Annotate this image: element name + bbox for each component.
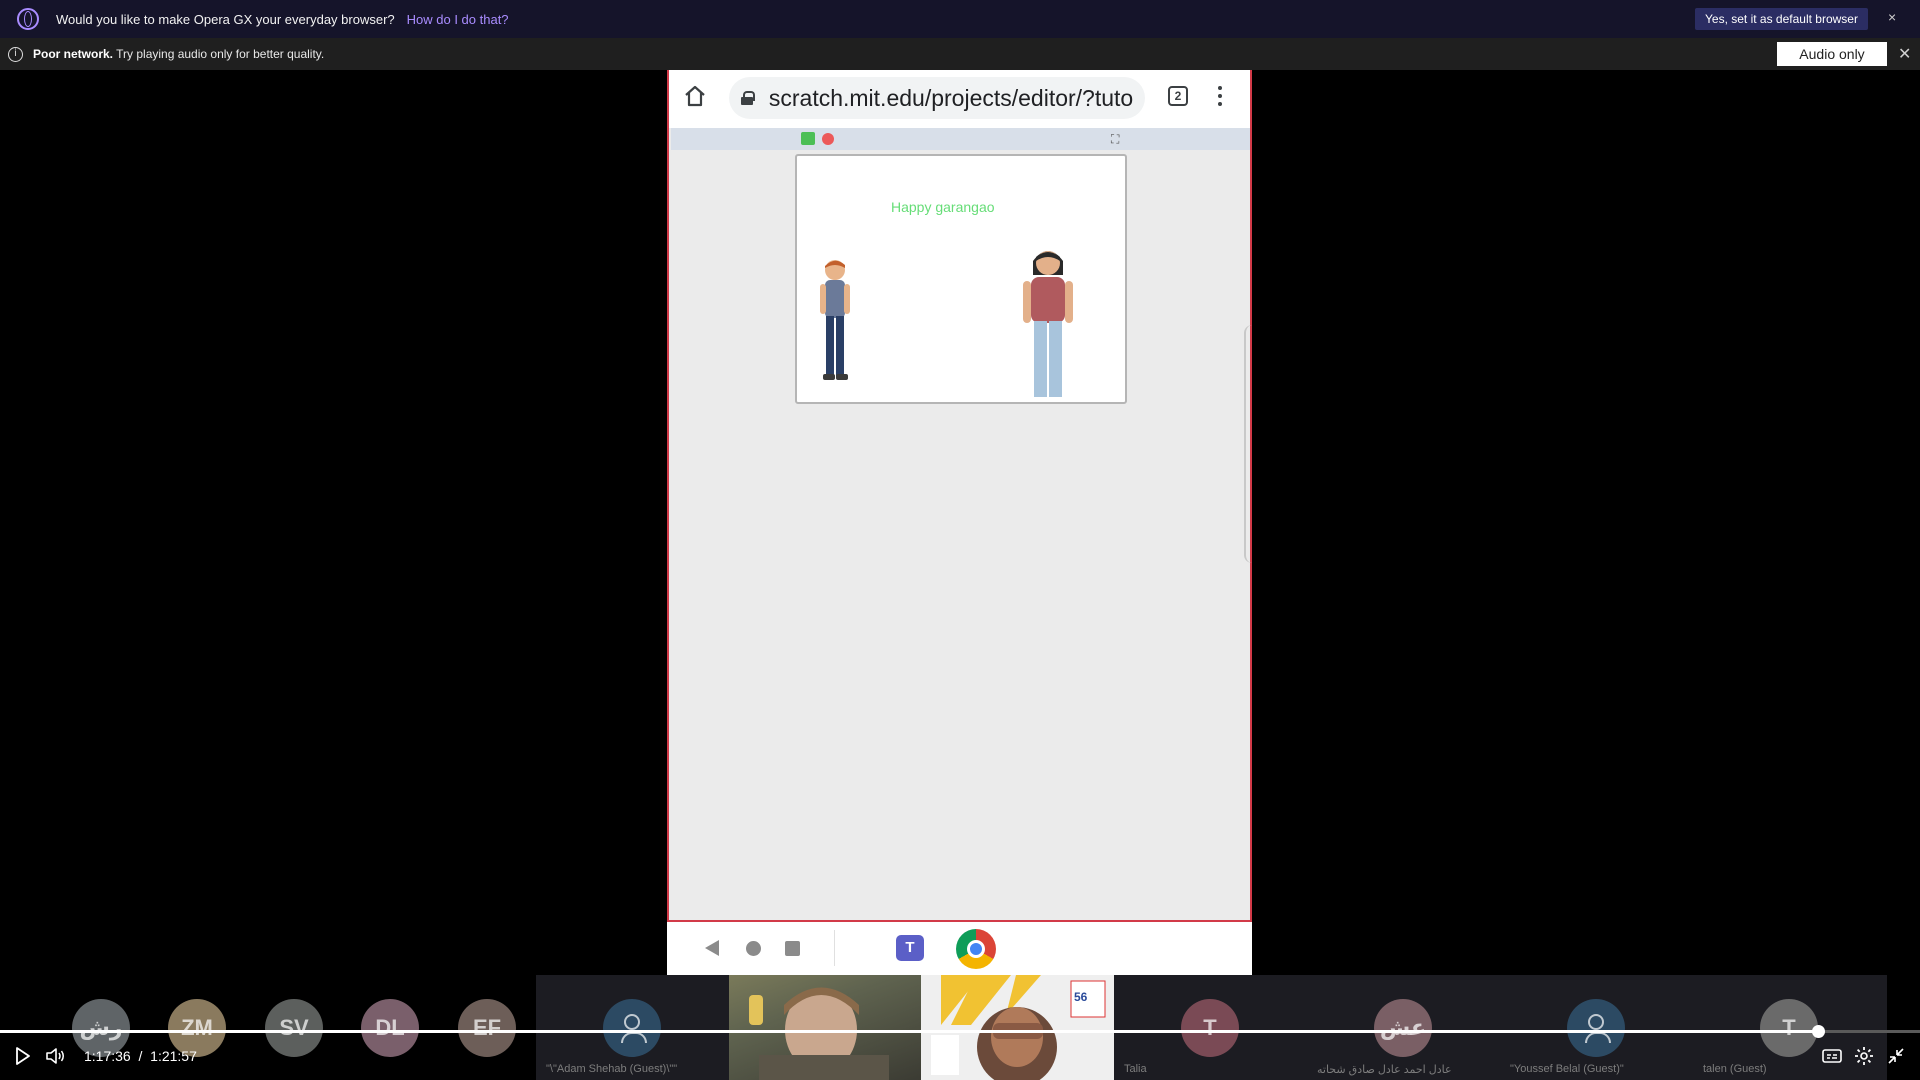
captions-icon[interactable] bbox=[1822, 1046, 1842, 1066]
set-default-browser-button[interactable]: Yes, set it as default browser bbox=[1695, 8, 1868, 30]
avatar-initials: DL bbox=[375, 1015, 405, 1040]
avatar-initials: T bbox=[1203, 1015, 1217, 1040]
how-do-i-do-that-link[interactable]: How do I do that? bbox=[407, 12, 509, 27]
opera-logo-icon bbox=[17, 8, 39, 30]
participant-avatar: عش bbox=[1374, 999, 1432, 1057]
participant-tile[interactable]: T Talia bbox=[1114, 975, 1307, 1080]
progress-bar[interactable] bbox=[0, 1030, 1818, 1033]
teams-app-icon[interactable]: T bbox=[896, 935, 924, 961]
progress-remaining bbox=[1818, 1030, 1920, 1033]
address-bar[interactable]: scratch.mit.edu/projects/editor/?tuto bbox=[729, 77, 1145, 119]
lock-icon bbox=[741, 91, 755, 105]
home-button-icon[interactable] bbox=[746, 941, 761, 956]
screen: Would you like to make Opera GX your eve… bbox=[0, 0, 1920, 1080]
avatar-initials: EF bbox=[472, 1015, 502, 1040]
mobile-browser-toolbar: scratch.mit.edu/projects/editor/?tuto 2 bbox=[669, 70, 1250, 128]
participant-tile[interactable]: عش عادل احمد عادل صادق شحاته bbox=[1307, 975, 1500, 1080]
scratch-stage-toolbar: ⛶ bbox=[671, 128, 1250, 150]
settings-gear-icon[interactable] bbox=[1854, 1046, 1874, 1066]
scratch-stage[interactable]: Happy garangao bbox=[795, 154, 1127, 404]
avatar-initials: SV bbox=[279, 1015, 309, 1040]
url-text[interactable]: scratch.mit.edu/projects/editor/?tuto bbox=[769, 85, 1145, 112]
participant-video bbox=[749, 987, 889, 1080]
svg-text:56: 56 bbox=[1074, 990, 1088, 1004]
participant-avatar: T bbox=[1760, 999, 1818, 1057]
participant-avatar[interactable]: DL bbox=[361, 999, 419, 1057]
participant-name: "\"Adam Shehab (Guest)\"" bbox=[546, 1063, 678, 1075]
playback-time: 1:17:36 / 1:21:57 bbox=[84, 1048, 197, 1064]
recent-apps-icon[interactable] bbox=[785, 941, 800, 956]
person-icon bbox=[621, 1014, 647, 1043]
fullscreen-icon[interactable]: ⛶ bbox=[1111, 132, 1119, 147]
volume-icon[interactable] bbox=[46, 1048, 66, 1064]
participant-avatar: T bbox=[1181, 999, 1239, 1057]
network-message-bold: Poor network. bbox=[33, 47, 114, 61]
time-separator: / bbox=[138, 1048, 143, 1064]
participant-name: عادل احمد عادل صادق شحاته bbox=[1317, 1064, 1452, 1076]
boy-sprite[interactable] bbox=[815, 256, 855, 386]
opera-bar-message: Would you like to make Opera GX your eve… bbox=[56, 11, 395, 27]
green-flag-icon[interactable] bbox=[801, 132, 815, 145]
progress-handle[interactable] bbox=[1812, 1025, 1825, 1038]
close-network-bar-icon[interactable]: ✕ bbox=[1898, 44, 1911, 64]
stage-message: Happy garangao bbox=[891, 199, 995, 215]
participant-name: Talia bbox=[1124, 1063, 1147, 1075]
participant-strip: رش ZM SV DL EF "\"Adam Shehab (Guest)\"" bbox=[0, 975, 1887, 1080]
participant-avatar[interactable]: EF bbox=[458, 999, 516, 1057]
avatar-initials: T bbox=[1782, 1015, 1796, 1040]
phone-browser-frame: scratch.mit.edu/projects/editor/?tuto 2 … bbox=[667, 70, 1252, 922]
person-icon bbox=[1585, 1014, 1611, 1043]
avatar-initials: ZM bbox=[181, 1015, 213, 1040]
more-menu-icon[interactable] bbox=[1217, 84, 1223, 108]
chrome-app-icon[interactable] bbox=[956, 929, 996, 969]
participant-name: talen (Guest) bbox=[1703, 1063, 1767, 1075]
duration: 1:21:57 bbox=[150, 1048, 197, 1064]
android-navigation-bar: T bbox=[667, 922, 1252, 975]
participant-avatar bbox=[603, 999, 661, 1057]
opera-default-browser-bar: Would you like to make Opera GX your eve… bbox=[0, 0, 1920, 38]
stop-icon[interactable] bbox=[822, 133, 834, 145]
shared-screen: scratch.mit.edu/projects/editor/?tuto 2 … bbox=[667, 70, 1252, 975]
edge-panel-handle[interactable] bbox=[1244, 325, 1252, 563]
exit-fullscreen-icon[interactable] bbox=[1886, 1046, 1906, 1066]
close-icon[interactable]: × bbox=[1888, 9, 1896, 25]
home-icon[interactable] bbox=[683, 84, 707, 108]
girl-sprite[interactable] bbox=[1015, 241, 1081, 401]
poor-network-bar: i Poor network. Try playing audio only f… bbox=[0, 38, 1920, 70]
participant-video-tile[interactable] bbox=[729, 975, 922, 1080]
avatar-initials: رش bbox=[79, 1015, 123, 1040]
participant-video: 56 bbox=[921, 975, 1114, 1080]
tab-switcher-icon[interactable]: 2 bbox=[1168, 86, 1188, 106]
participant-avatar[interactable]: SV bbox=[265, 999, 323, 1057]
participant-name: "Youssef Belal (Guest)" bbox=[1510, 1063, 1624, 1075]
back-icon[interactable] bbox=[705, 940, 719, 956]
network-message-text: Try playing audio only for better qualit… bbox=[113, 47, 325, 61]
play-icon[interactable] bbox=[15, 1047, 31, 1065]
participant-tile[interactable]: "Youssef Belal (Guest)" bbox=[1500, 975, 1693, 1080]
current-time: 1:17:36 bbox=[84, 1048, 131, 1064]
network-message: Poor network. Try playing audio only for… bbox=[33, 47, 324, 61]
audio-only-button[interactable]: Audio only bbox=[1777, 42, 1887, 66]
nav-divider bbox=[834, 930, 835, 966]
info-icon: i bbox=[8, 46, 23, 62]
participant-avatar bbox=[1567, 999, 1625, 1057]
participant-video-tile[interactable]: 56 bbox=[921, 975, 1114, 1080]
avatar-initials: عش bbox=[1379, 1015, 1427, 1040]
participant-tile[interactable]: "\"Adam Shehab (Guest)\"" bbox=[536, 975, 729, 1080]
